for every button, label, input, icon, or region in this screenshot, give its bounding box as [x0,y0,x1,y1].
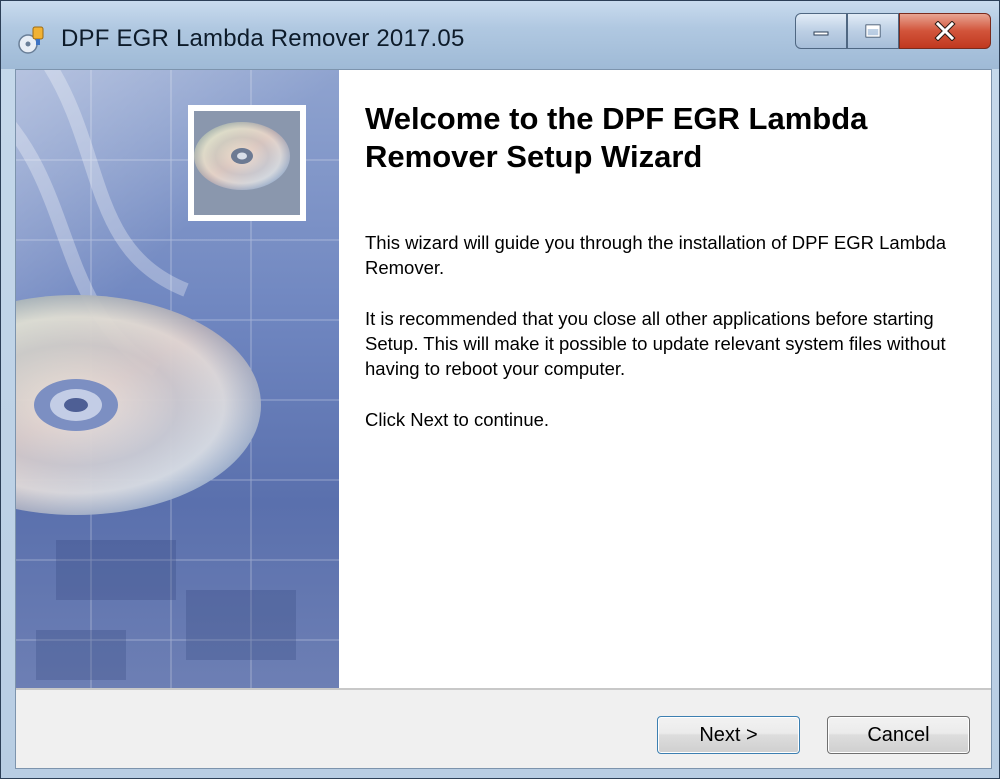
continue-instruction: Click Next to continue. [365,409,550,430]
cancel-button[interactable]: Cancel [827,716,970,754]
setup-window: DPF EGR Lambda Remover 2017.05 Welcome t… [0,0,1000,779]
cd-banner-art [16,70,339,688]
wizard-client-area: Welcome to the DPF EGR Lambda Remover Se… [15,69,992,769]
maximize-icon [864,23,882,39]
minimize-button[interactable] [795,13,847,49]
next-button[interactable]: Next > [657,716,800,754]
welcome-heading: Welcome to the DPF EGR Lambda Remover Se… [365,101,868,174]
recommendation-paragraph: It is recommended that you close all oth… [365,308,946,379]
window-title: DPF EGR Lambda Remover 2017.05 [61,25,465,52]
minimize-icon [812,26,830,36]
maximize-button[interactable] [847,13,899,49]
title-bar[interactable]: DPF EGR Lambda Remover 2017.05 [1,1,999,69]
caption-buttons [795,13,991,49]
intro-paragraph: This wizard will guide you through the i… [365,232,946,278]
wizard-content: Welcome to the DPF EGR Lambda Remover Se… [339,70,991,688]
close-icon [934,21,956,41]
installer-app-icon [17,25,47,55]
close-button[interactable] [899,13,991,49]
button-bar: Next > Cancel [16,690,991,768]
wizard-side-banner [16,70,339,688]
